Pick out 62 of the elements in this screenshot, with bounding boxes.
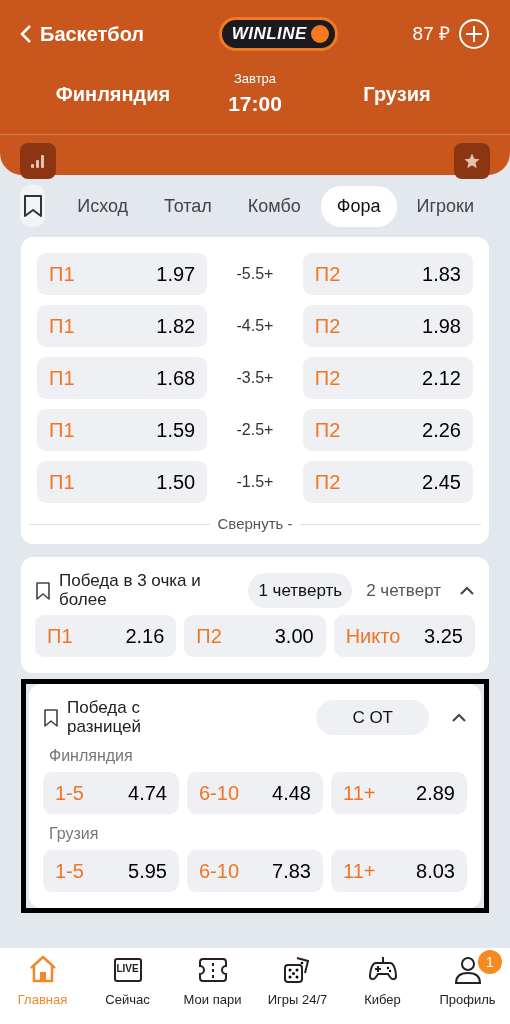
collapse-icon[interactable] [451, 712, 467, 723]
odds-button[interactable]: П2 3.00 [184, 614, 326, 657]
notification-badge: 1 [478, 950, 502, 974]
market-title: Победа с разницей [67, 698, 142, 737]
odds-button[interactable]: 11+ 8.03 [331, 849, 467, 892]
period-tab[interactable]: С ОТ [316, 699, 429, 736]
back-button[interactable]: Баскетбол [20, 19, 145, 49]
handicap-line: -3.5+ [235, 368, 275, 388]
odds-button[interactable]: П2 1.83 [302, 253, 473, 295]
team-name: Финляндия [49, 745, 134, 766]
back-icon [20, 24, 32, 44]
bookmark-button[interactable] [20, 185, 46, 227]
collapse-link[interactable]: Свернуть - [217, 513, 293, 536]
odds-button[interactable]: 1-5 5.95 [43, 849, 179, 892]
match-day: Завтра [228, 68, 282, 88]
odds-button[interactable]: Никто 3.25 [333, 614, 475, 657]
odds-button[interactable]: П1 1.82 [37, 305, 208, 347]
tab[interactable]: Исход [61, 185, 145, 227]
odds-button[interactable]: 11+ 2.89 [331, 771, 467, 814]
bar-chart-icon [30, 153, 46, 169]
odds-button[interactable]: 1-5 4.74 [43, 771, 179, 814]
nav-tab[interactable]: LIVE Сейчас [85, 948, 170, 1024]
odds-button[interactable]: П1 2.16 [35, 614, 177, 657]
collapse-icon[interactable] [459, 585, 475, 596]
odds-button[interactable]: П1 1.97 [37, 253, 208, 295]
odds-button[interactable]: П2 2.26 [302, 409, 473, 451]
odds-button[interactable]: П1 1.59 [37, 409, 208, 451]
tab[interactable]: Тотал [148, 185, 228, 227]
odds-button[interactable]: П2 2.45 [302, 461, 473, 503]
odds-button[interactable]: П1 1.68 [37, 357, 208, 399]
handicap-line: -4.5+ [235, 316, 275, 336]
team-name: Грузия [362, 82, 432, 107]
odds-button[interactable]: 6-10 4.48 [187, 771, 323, 814]
odds-button[interactable]: П2 2.12 [302, 357, 473, 399]
nav-tab[interactable]: Профиль 1 [425, 948, 510, 1024]
bookmark-icon[interactable] [43, 707, 59, 728]
odds-button[interactable]: 6-10 7.83 [187, 849, 323, 892]
match-time: 17:00 [228, 91, 282, 117]
tab[interactable]: Фора [320, 185, 397, 227]
nav-tab[interactable]: Игры 24/7 [255, 948, 340, 1024]
nav-tab[interactable]: Кибер [340, 948, 425, 1024]
team-name: Грузия [49, 823, 100, 844]
handicap-line: -2.5+ [235, 420, 275, 440]
add-icon[interactable] [458, 18, 490, 50]
team-name: Финляндия [54, 82, 172, 107]
bookmark-icon [22, 194, 43, 218]
nav-tab[interactable]: Мои пари [170, 948, 255, 1024]
handicap-line: -1.5+ [235, 472, 275, 492]
star-icon [463, 152, 481, 170]
favorite-button[interactable] [454, 143, 490, 179]
odds-button[interactable]: П2 1.98 [302, 305, 473, 347]
period-tab[interactable]: 1 четверть [248, 572, 353, 609]
tab[interactable]: Игроки [400, 185, 490, 227]
tab[interactable]: Комбо [231, 185, 317, 227]
balance: 87 ₽ [412, 21, 450, 46]
logo: WINLINE [218, 17, 338, 51]
handicap-line: -5.5+ [235, 264, 275, 284]
bookmark-icon[interactable] [35, 580, 51, 601]
stats-button[interactable] [20, 143, 56, 179]
odds-button[interactable]: П1 1.50 [37, 461, 208, 503]
market-title: Победа в 3 очка и более [59, 571, 202, 610]
period-tab[interactable]: 2 четверт [356, 572, 451, 609]
